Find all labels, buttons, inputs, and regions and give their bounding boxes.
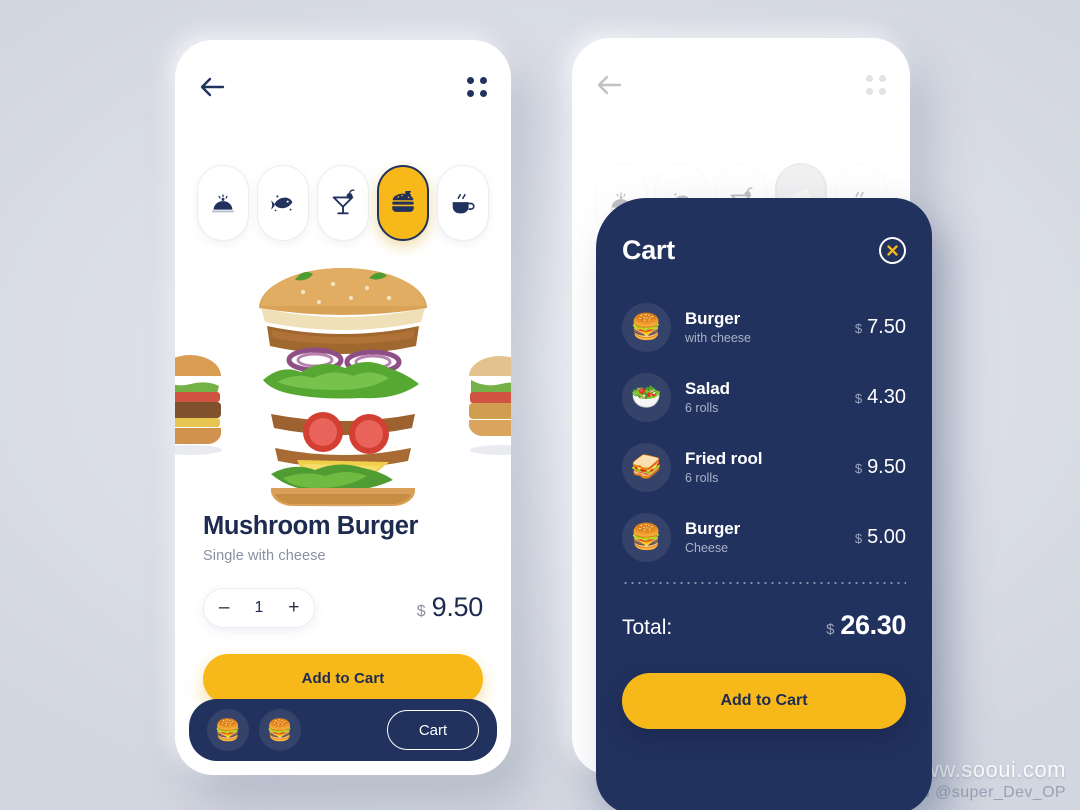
item-thumbnail: 🍔 — [622, 512, 671, 562]
item-subtitle: Cheese — [685, 541, 729, 555]
cart-total-row: Total: $ 26.30 — [622, 610, 906, 641]
product-hero-image — [175, 262, 511, 510]
cart-item-row[interactable]: 🥪 Fried rool 6 rolls $ 9.50 — [622, 432, 906, 502]
category-dish[interactable] — [197, 165, 249, 241]
product-details: Mushroom Burger Single with cheese – 1 +… — [203, 512, 483, 704]
category-fish[interactable] — [257, 165, 309, 241]
price-amount: 9.50 — [867, 455, 906, 478]
cart-items-list: 🍔 Burger with cheese $ 7.50 🥗 Salad 6 ro… — [622, 292, 906, 572]
currency-symbol: $ — [854, 460, 863, 476]
total-label: Total: — [622, 616, 673, 639]
decrement-button[interactable]: – — [214, 598, 234, 617]
close-cart-button[interactable] — [879, 236, 906, 264]
currency-symbol: $ — [826, 621, 835, 638]
item-name: Fried rool — [685, 449, 763, 468]
item-text: Salad 6 rolls — [685, 379, 855, 415]
item-thumbnail: 🥪 — [622, 442, 671, 492]
product-price: $ 9.50 — [416, 592, 484, 623]
coffee-cup-icon — [452, 193, 475, 214]
add-to-cart-button[interactable]: Add to Cart — [203, 653, 483, 704]
cart-item-row[interactable]: 🍔 Burger with cheese $ 7.50 — [622, 292, 906, 362]
grid-dot — [879, 75, 886, 82]
item-name: Burger — [685, 519, 741, 538]
phone-right-wrapper: Cart 🍔 Burger with cheese $ 7.50 🥗 Salad… — [572, 38, 932, 810]
grid-dot — [480, 90, 487, 97]
grid-menu-icon[interactable] — [467, 77, 487, 97]
category-drinks[interactable] — [317, 165, 369, 241]
increment-button[interactable]: + — [284, 598, 304, 617]
item-price: $ 4.30 — [855, 386, 906, 409]
product-subtitle: Single with cheese — [203, 547, 326, 564]
currency-symbol: $ — [854, 320, 863, 336]
burger-icon — [392, 191, 414, 212]
cart-item-row[interactable]: 🍔 Burger Cheese $ 5.00 — [622, 502, 906, 572]
total-amount: 26.30 — [840, 610, 906, 640]
hero-side-burger-right — [469, 356, 511, 455]
item-name: Burger — [685, 309, 741, 328]
item-price: $ 5.00 — [855, 526, 906, 549]
item-subtitle: with cheese — [685, 331, 752, 345]
grid-dot — [879, 88, 886, 95]
product-title: Mushroom Burger — [203, 512, 419, 540]
quantity-value: 1 — [254, 598, 264, 616]
grid-dot — [480, 77, 487, 84]
item-thumbnail: 🥗 — [622, 372, 671, 422]
currency-symbol: $ — [854, 390, 863, 406]
grid-dot — [866, 88, 873, 95]
item-subtitle: 6 rolls — [685, 401, 719, 415]
cloche-icon — [211, 194, 235, 213]
cart-button[interactable]: Cart — [387, 710, 479, 750]
left-topbar — [175, 64, 511, 110]
currency-symbol: $ — [416, 603, 426, 621]
total-value: $ 26.30 — [826, 610, 906, 641]
bottom-nav-bar: 🍔 🍔 Cart — [189, 699, 497, 761]
nav-avatar-1[interactable]: 🍔 — [207, 709, 249, 751]
back-arrow-icon[interactable] — [596, 74, 622, 96]
grid-menu-icon[interactable] — [866, 75, 886, 95]
currency-symbol: $ — [854, 530, 863, 546]
right-topbar — [572, 62, 910, 108]
item-thumbnail: 🍔 — [622, 302, 671, 352]
hero-burger-main — [259, 268, 427, 507]
nav-avatar-2[interactable]: 🍔 — [259, 709, 301, 751]
grid-dot — [467, 77, 474, 84]
price-amount: 4.30 — [867, 385, 906, 408]
item-price: $ 7.50 — [855, 316, 906, 339]
fish-icon — [271, 195, 293, 212]
close-icon — [887, 244, 898, 256]
cart-divider — [622, 582, 906, 584]
category-selector — [175, 165, 511, 241]
item-text: Burger with cheese — [685, 309, 855, 345]
item-subtitle: 6 rolls — [685, 471, 719, 485]
category-burger[interactable] — [377, 165, 429, 241]
cart-add-to-cart-button[interactable]: Add to Cart — [622, 673, 906, 729]
grid-dot — [866, 75, 873, 82]
quantity-stepper[interactable]: – 1 + — [203, 587, 315, 628]
category-coffee[interactable] — [437, 165, 489, 241]
back-arrow-icon[interactable] — [199, 76, 225, 98]
cocktail-glass-icon — [332, 189, 355, 215]
quantity-price-row: – 1 + $ 9.50 — [203, 587, 484, 628]
cart-panel: Cart 🍔 Burger with cheese $ 7.50 🥗 Salad… — [596, 198, 932, 810]
hero-side-burger-left — [175, 355, 222, 455]
item-name: Salad — [685, 379, 730, 398]
item-text: Burger Cheese — [685, 519, 855, 555]
item-price: $ 9.50 — [855, 456, 906, 479]
price-amount: 7.50 — [867, 315, 906, 338]
cart-title: Cart — [622, 234, 675, 265]
price-amount: 5.00 — [867, 525, 906, 548]
phone-left: Mushroom Burger Single with cheese – 1 +… — [175, 40, 511, 775]
grid-dot — [467, 90, 474, 97]
item-text: Fried rool 6 rolls — [685, 449, 855, 485]
cart-header: Cart — [622, 230, 906, 270]
price-amount: 9.50 — [431, 592, 484, 623]
cart-item-row[interactable]: 🥗 Salad 6 rolls $ 4.30 — [622, 362, 906, 432]
